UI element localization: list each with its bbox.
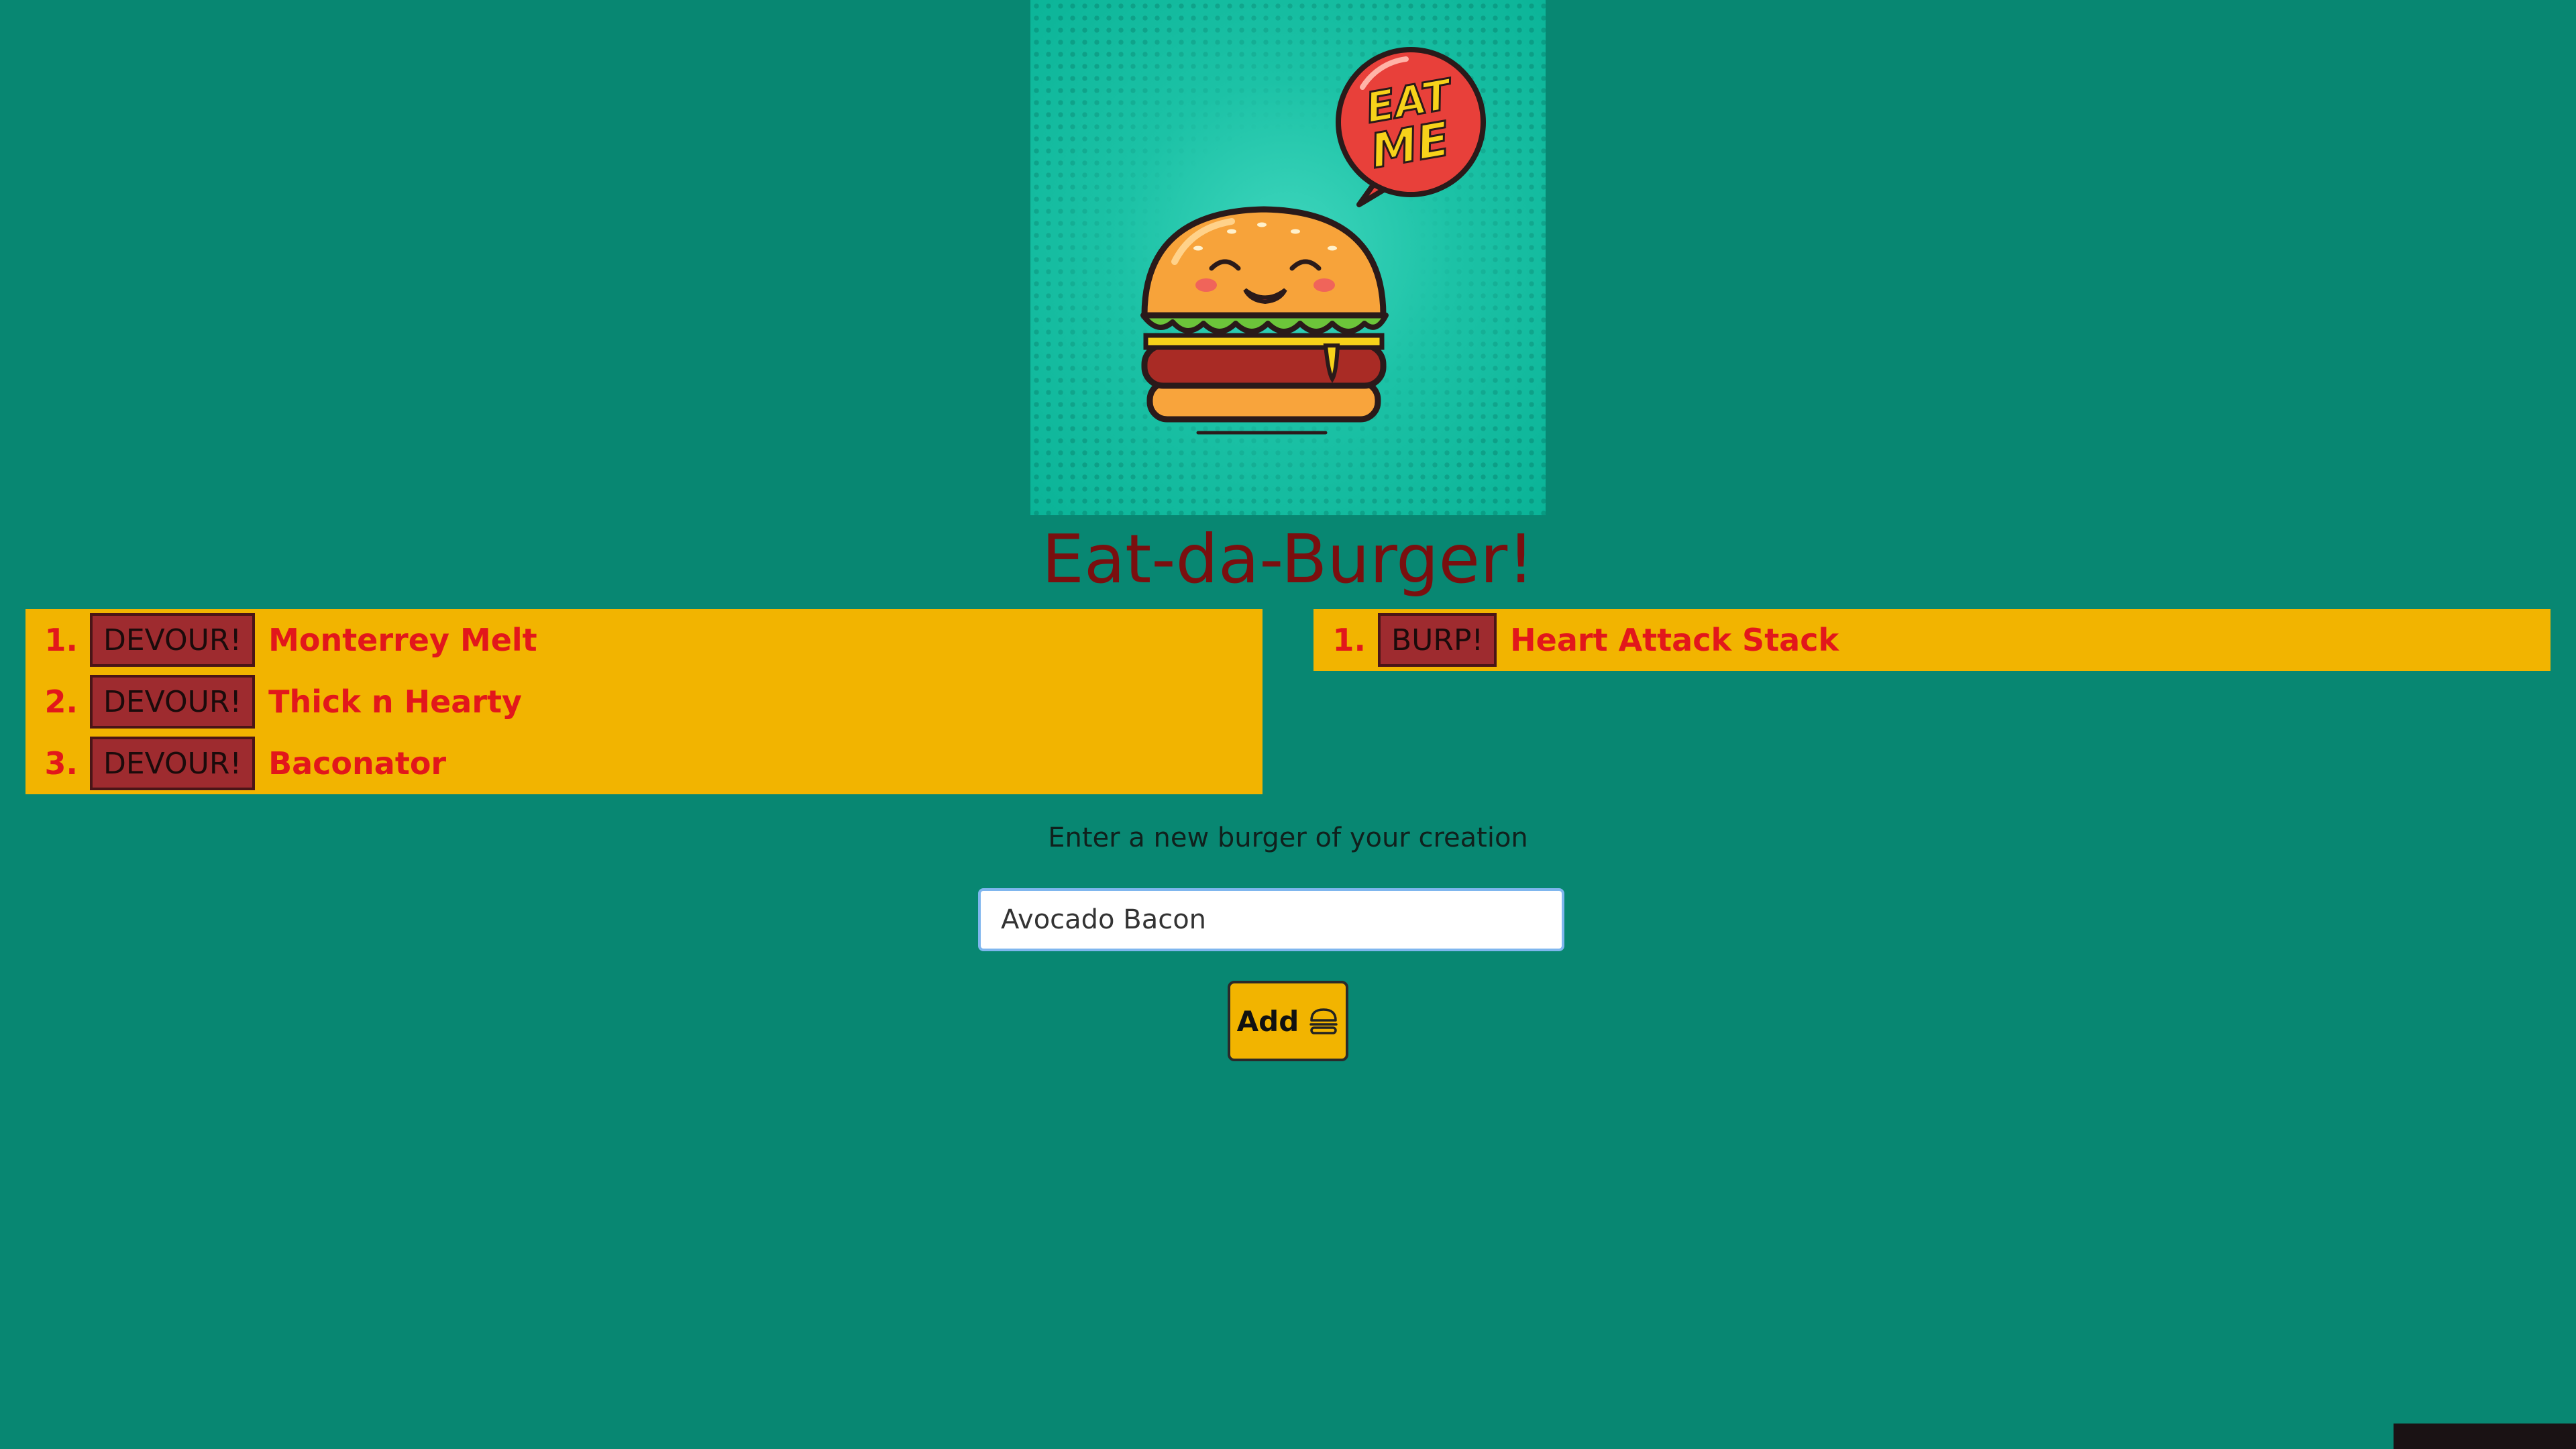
list-item: 1. BURP! Heart Attack Stack bbox=[1313, 609, 1839, 671]
burger-name: Thick n Hearty bbox=[268, 684, 522, 720]
uneaten-burger-list: 1. DEVOUR! Monterrey Melt 2. DEVOUR! Thi… bbox=[25, 609, 1263, 794]
burger-name: Baconator bbox=[268, 745, 447, 782]
list-item-number: 1. bbox=[44, 622, 78, 658]
list-item: 3. DEVOUR! Baconator bbox=[25, 733, 446, 794]
list-item: 2. DEVOUR! Thick n Hearty bbox=[25, 671, 522, 733]
hamburger-icon bbox=[1309, 1008, 1338, 1034]
burp-button[interactable]: BURP! bbox=[1378, 613, 1497, 667]
devour-button[interactable]: DEVOUR! bbox=[90, 675, 256, 729]
speech-bubble-icon: EAT ME bbox=[1336, 47, 1486, 207]
hero-image: EAT ME bbox=[1030, 0, 1546, 515]
list-item-number: 1. bbox=[1332, 622, 1366, 658]
page: EAT ME Eat-da-Burger! 1. DEVOUR! Monterr… bbox=[0, 0, 2576, 1449]
burger-name: Monterrey Melt bbox=[268, 622, 537, 658]
burger-name-input[interactable] bbox=[978, 888, 1564, 951]
list-item-number: 3. bbox=[44, 745, 78, 782]
devour-button[interactable]: DEVOUR! bbox=[90, 737, 256, 790]
devour-button[interactable]: DEVOUR! bbox=[90, 613, 256, 667]
burger-name: Heart Attack Stack bbox=[1510, 622, 1839, 658]
corner-thumbnail bbox=[2394, 1424, 2576, 1449]
burger-mascot-icon: EAT ME bbox=[1140, 47, 1486, 435]
new-burger-prompt: Enter a new burger of your creation bbox=[1048, 822, 1528, 853]
add-button[interactable]: Add bbox=[1228, 981, 1348, 1061]
burger-icon bbox=[1140, 206, 1389, 435]
list-item-number: 2. bbox=[44, 684, 78, 720]
devoured-burger-list: 1. BURP! Heart Attack Stack bbox=[1313, 609, 2551, 671]
list-item: 1. DEVOUR! Monterrey Melt bbox=[25, 609, 537, 671]
page-title: Eat-da-Burger! bbox=[1041, 520, 1535, 598]
add-button-label: Add bbox=[1236, 1004, 1299, 1038]
